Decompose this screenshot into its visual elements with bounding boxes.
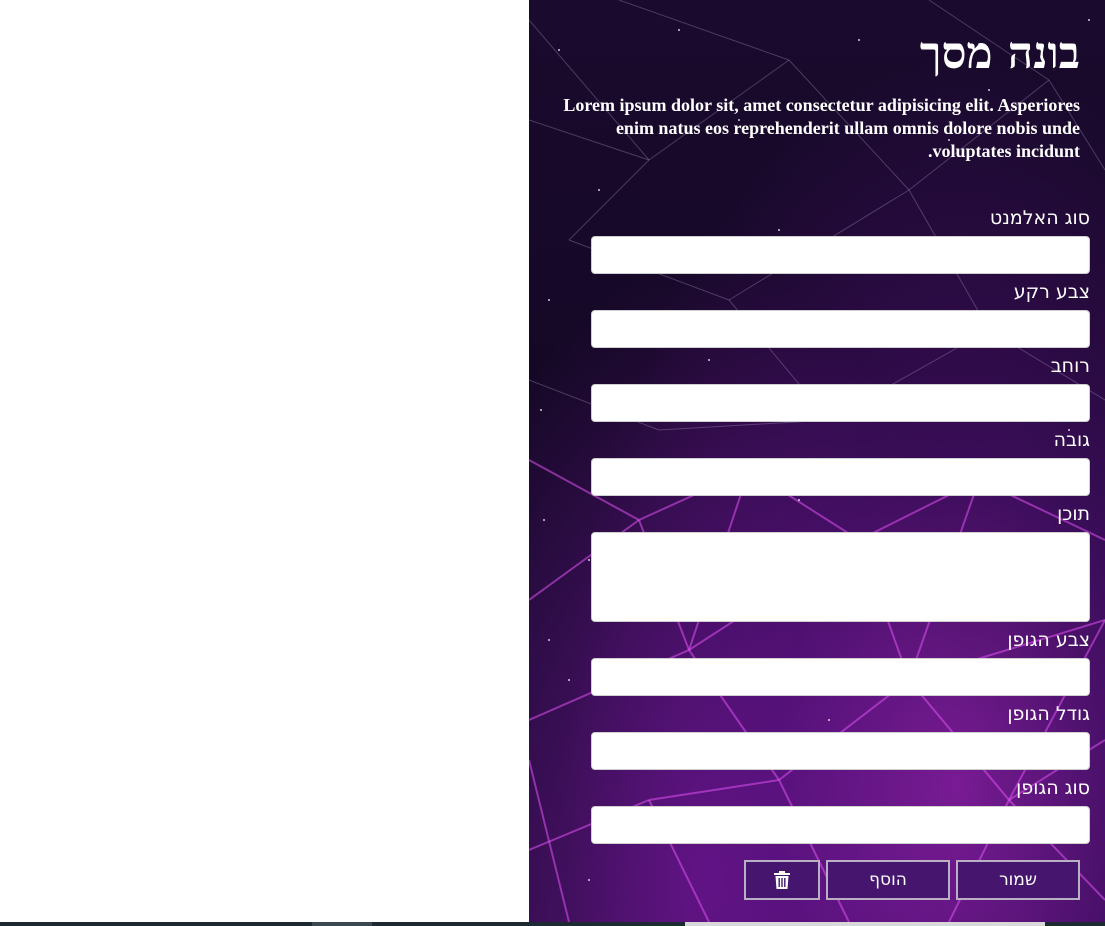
- font-family-label: סוג הגופן: [1016, 777, 1090, 799]
- taskbar-window-preview[interactable]: [685, 922, 1045, 926]
- background-color-label: צבע רקע: [1013, 281, 1090, 303]
- blank-canvas-area: [0, 0, 529, 922]
- taskbar-active-item[interactable]: [312, 922, 372, 926]
- content-label: תוכן: [1057, 503, 1090, 525]
- height-label: גובה: [1053, 429, 1090, 451]
- element-type-input[interactable]: [591, 236, 1090, 274]
- page-description: Lorem ipsum dolor sit, amet consectetur …: [563, 95, 1080, 161]
- background-color-input[interactable]: [591, 310, 1090, 348]
- font-color-label: צבע הגופן: [1007, 629, 1090, 651]
- font-color-input[interactable]: [591, 658, 1090, 696]
- element-type-label: סוג האלמנט: [989, 207, 1090, 229]
- font-family-input[interactable]: [591, 806, 1090, 844]
- taskbar: [0, 922, 1105, 926]
- screen-builder-panel: בונה מסך Lorem ipsum dolor sit, amet con…: [529, 0, 1105, 922]
- font-size-label: גודל הגופן: [1007, 703, 1090, 725]
- action-buttons: שמור הוסף: [744, 860, 1080, 900]
- delete-button[interactable]: [744, 860, 820, 900]
- font-size-input[interactable]: [591, 732, 1090, 770]
- page-title: בונה מסך: [919, 28, 1080, 79]
- element-form: סוג האלמנט צבע רקע רוחב גובה תוכן צבע הג…: [591, 202, 1090, 846]
- width-label: רוחב: [1050, 355, 1090, 377]
- add-button[interactable]: הוסף: [826, 860, 950, 900]
- trash-icon: [774, 871, 790, 889]
- content-textarea[interactable]: [591, 532, 1090, 622]
- width-input[interactable]: [591, 384, 1090, 422]
- height-input[interactable]: [591, 458, 1090, 496]
- save-button[interactable]: שמור: [956, 860, 1080, 900]
